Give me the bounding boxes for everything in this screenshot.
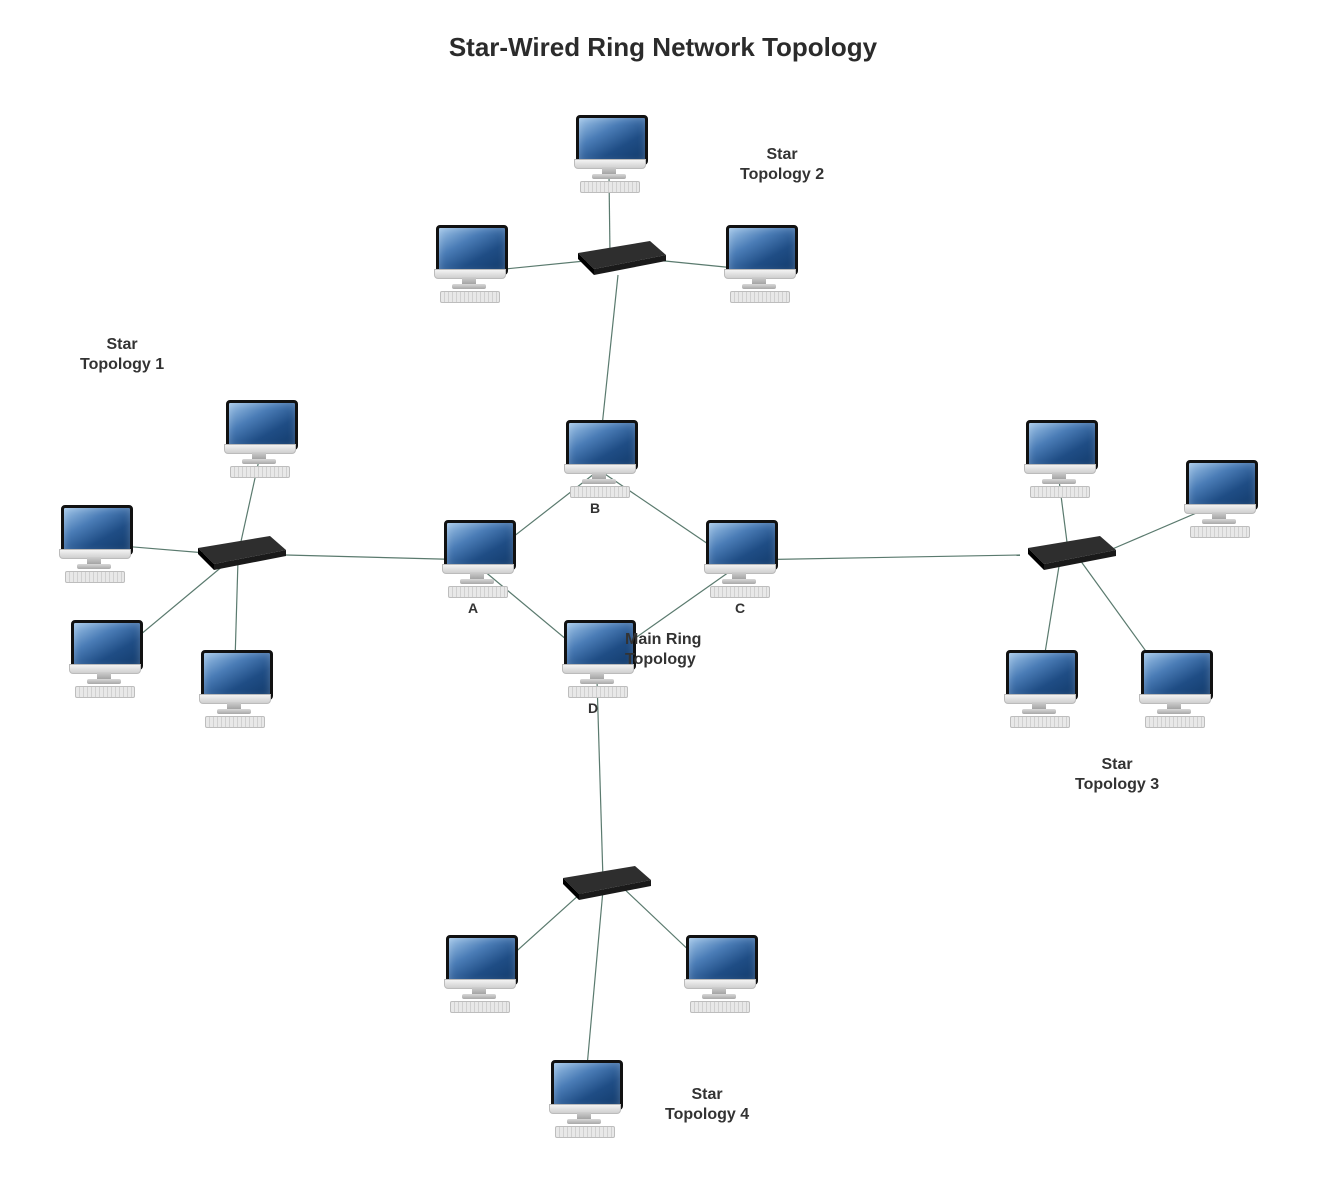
ring-node-B <box>560 420 638 498</box>
star3-client <box>1020 420 1098 498</box>
star1-client <box>65 620 143 698</box>
hub-star1 <box>190 530 286 570</box>
star1-client <box>220 400 298 478</box>
star3-client <box>1180 460 1258 538</box>
ring-tag-B: B <box>590 500 600 516</box>
hub-star3 <box>1020 530 1116 570</box>
hub-star4 <box>555 860 651 900</box>
label-star2: Star Topology 2 <box>740 145 824 185</box>
star2-client <box>720 225 798 303</box>
ring-tag-D: D <box>588 700 598 716</box>
diagram-title: Star-Wired Ring Network Topology <box>0 32 1326 63</box>
label-star3: Star Topology 3 <box>1075 755 1159 795</box>
wires-layer <box>0 0 1326 1188</box>
star3-client <box>1135 650 1213 728</box>
star2-client <box>570 115 648 193</box>
star1-client <box>195 650 273 728</box>
hub-star2 <box>570 235 666 275</box>
ring-tag-C: C <box>735 600 745 616</box>
star4-client <box>680 935 758 1013</box>
label-star1: Star Topology 1 <box>80 335 164 375</box>
ring-node-C <box>700 520 778 598</box>
star1-client <box>55 505 133 583</box>
ring-node-A <box>438 520 516 598</box>
star4-client <box>545 1060 623 1138</box>
star2-client <box>430 225 508 303</box>
label-main-ring: Main Ring Topology <box>625 630 701 670</box>
ring-tag-A: A <box>468 600 478 616</box>
star4-client <box>440 935 518 1013</box>
diagram-canvas: Star-Wired Ring Network Topology <box>0 0 1326 1188</box>
star3-client <box>1000 650 1078 728</box>
label-star4: Star Topology 4 <box>665 1085 749 1125</box>
